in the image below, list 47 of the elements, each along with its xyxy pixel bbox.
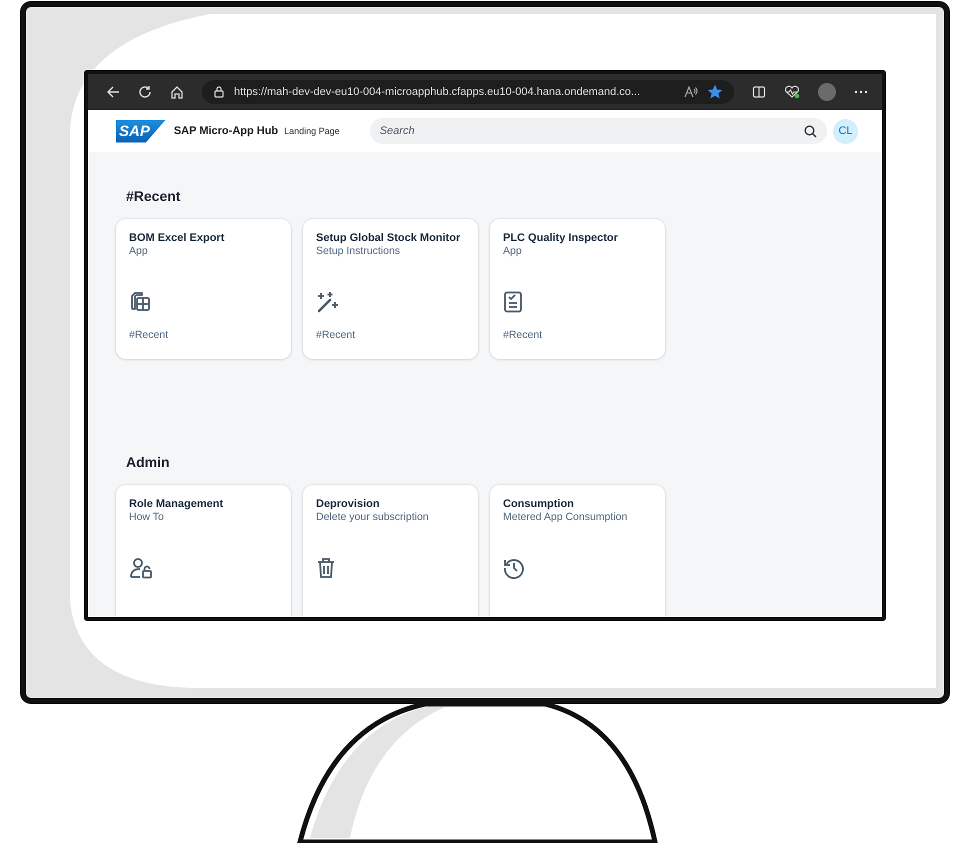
page-subtitle: Landing Page bbox=[284, 126, 340, 136]
app-tile[interactable]: Deprovision Delete your subscription bbox=[303, 485, 478, 617]
search-field[interactable]: Search bbox=[370, 118, 827, 144]
tile-tag: #Recent bbox=[503, 329, 652, 341]
tile-subtitle: App bbox=[503, 245, 523, 257]
trash-icon bbox=[316, 557, 336, 579]
tile-title: Deprovision bbox=[316, 498, 381, 510]
profile-avatar[interactable] bbox=[818, 83, 836, 101]
app-tile[interactable]: PLC Quality Inspector App #Recent bbox=[490, 219, 665, 359]
checklist-icon bbox=[503, 291, 523, 313]
tile-title: PLC Quality Inspector bbox=[503, 232, 619, 244]
section-title: Admin bbox=[126, 454, 171, 470]
table-document-icon bbox=[129, 291, 151, 313]
tile-title: Consumption bbox=[503, 498, 575, 510]
user-avatar[interactable]: CL bbox=[833, 118, 858, 144]
more-options-icon[interactable] bbox=[854, 90, 868, 94]
sap-logo[interactable]: SAP bbox=[116, 120, 166, 142]
search-icon[interactable] bbox=[804, 125, 817, 138]
read-aloud-icon[interactable] bbox=[684, 86, 698, 98]
address-bar[interactable]: https://mah-dev-dev-eu10-004-microapphub.cfapps.eu10-004.hana.ondemand.co... bbox=[202, 80, 734, 104]
app-tile[interactable]: Setup Global Stock Monitor Setup Instructions #Recent bbox=[303, 219, 478, 359]
user-lock-icon bbox=[129, 557, 153, 579]
split-screen-icon[interactable] bbox=[752, 85, 766, 99]
tile-subtitle: How To bbox=[129, 511, 165, 523]
magic-wand-icon bbox=[316, 291, 340, 313]
tile-title: BOM Excel Export bbox=[129, 232, 226, 244]
tile-title: Role Management bbox=[129, 498, 224, 510]
tile-subtitle: App bbox=[129, 245, 149, 257]
tile-subtitle: Setup Instructions bbox=[316, 245, 402, 257]
tile-subtitle: Metered App Consumption bbox=[503, 511, 628, 523]
reload-icon[interactable] bbox=[138, 85, 152, 99]
section-title: #Recent bbox=[126, 188, 182, 204]
tile-title: Setup Global Stock Monitor bbox=[316, 232, 462, 244]
app-tile[interactable]: Consumption Metered App Consumption bbox=[490, 485, 665, 617]
app-title: SAP Micro-App Hub bbox=[174, 125, 278, 137]
tile-subtitle: Delete your subscription bbox=[316, 511, 430, 523]
app-tile[interactable]: BOM Excel Export App #Recent bbox=[116, 219, 291, 359]
history-icon bbox=[503, 557, 525, 579]
heart-pulse-icon[interactable] bbox=[784, 85, 800, 99]
lock-icon bbox=[214, 86, 224, 98]
favorite-star-icon[interactable] bbox=[708, 85, 722, 99]
tile-tag: #Recent bbox=[316, 329, 465, 341]
home-icon[interactable] bbox=[170, 85, 184, 99]
app-tile[interactable]: Role Management How To bbox=[116, 485, 291, 617]
url-text: https://mah-dev-dev-eu10-004-microapphub.cfapps.eu10-004.hana.ondemand.co... bbox=[234, 86, 642, 98]
tile-tag: #Recent bbox=[129, 329, 278, 341]
back-arrow-icon[interactable] bbox=[106, 85, 120, 99]
